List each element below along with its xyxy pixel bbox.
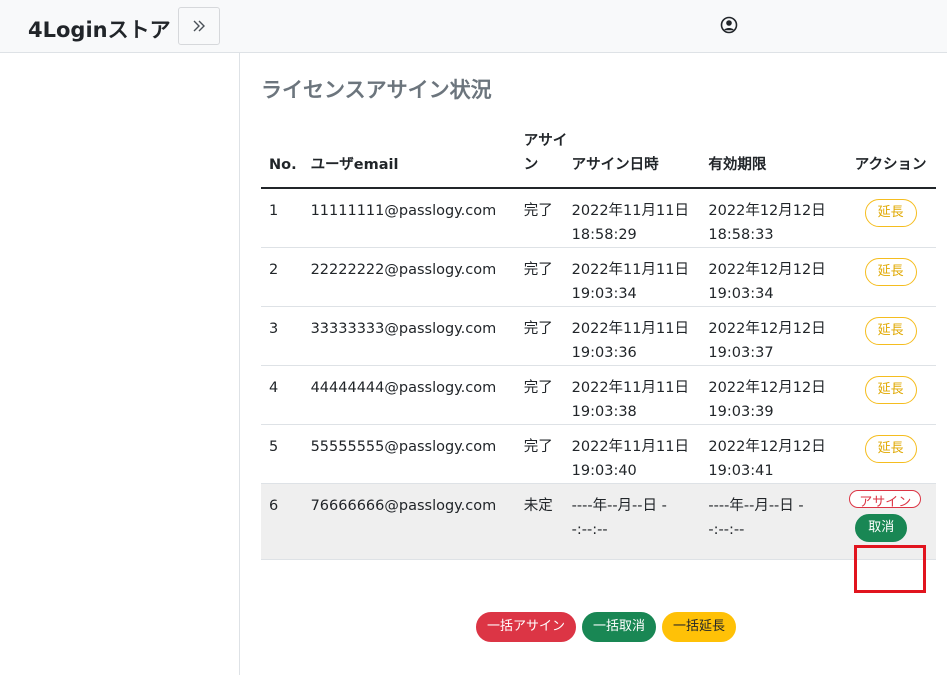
cell-action: 延長: [845, 188, 936, 248]
cell-assigned-at: 2022年11月11日 19:03:34: [571, 247, 709, 307]
table-row: 4 44444444@passlogy.com 完了 2022年11月11日 19…: [261, 365, 936, 425]
cell-assigned-at: 2022年11月11日 19:03:40: [571, 424, 709, 484]
license-assign-table: No. ユーザemail アサイン アサイン日時 有効期限 アクション 1 11…: [261, 129, 936, 560]
header-action: アクション: [845, 129, 936, 189]
cell-assigned-at: 2022年11月11日 19:03:38: [571, 365, 709, 425]
main-content: ライセンスアサイン状況 No. ユーザemail アサイン アサイン日時 有効期…: [241, 53, 947, 675]
expire-time: 19:03:39: [708, 404, 774, 420]
assigned-date: 2022年11月11日: [571, 439, 689, 455]
header-no: No.: [261, 129, 311, 189]
cell-no: 2: [261, 247, 311, 307]
assigned-time: 19:03:36: [571, 345, 637, 361]
cell-status: 完了: [523, 247, 572, 307]
header-expires: 有効期限: [708, 129, 846, 189]
cell-email: 55555555@passlogy.com: [310, 424, 524, 484]
cell-expires: ----年--月--日 - -:--:--: [708, 483, 846, 560]
extend-button[interactable]: 延長: [864, 258, 917, 286]
cell-no: 6: [261, 483, 311, 560]
extend-button[interactable]: 延長: [864, 317, 917, 345]
cell-expires: 2022年12月12日 19:03:39: [708, 365, 846, 425]
cell-action: 延長: [845, 424, 936, 484]
cell-assigned-at: 2022年11月11日 18:58:29: [571, 188, 709, 248]
cell-status: 未定: [523, 483, 572, 560]
expire-time: 19:03:37: [708, 345, 774, 361]
cell-no: 3: [261, 306, 311, 366]
expire-time: 18:58:33: [708, 227, 774, 243]
bulk-action-bar: 一括アサイン 一括取消 一括延長: [476, 612, 737, 642]
assigned-time: 18:58:29: [571, 227, 637, 243]
expire-date: 2022年12月12日: [708, 262, 826, 278]
cell-status: 完了: [523, 365, 572, 425]
assigned-time: 19:03:40: [571, 463, 637, 479]
cell-assigned-at: ----年--月--日 - -:--:--: [571, 483, 709, 560]
cell-status: 完了: [523, 424, 572, 484]
cell-expires: 2022年12月12日 19:03:37: [708, 306, 846, 366]
brand-title[interactable]: 4Loginストア: [28, 14, 171, 44]
cell-expires: 2022年12月12日 18:58:33: [708, 188, 846, 248]
pending-actions: アサイン 取消: [845, 490, 936, 554]
header-assign: アサイン: [523, 129, 572, 189]
expire-time: 19:03:34: [708, 286, 774, 302]
table-row: 2 22222222@passlogy.com 完了 2022年11月11日 19…: [261, 247, 936, 307]
cell-no: 5: [261, 424, 311, 484]
assign-button[interactable]: アサイン: [849, 490, 922, 508]
bulk-assign-button[interactable]: 一括アサイン: [476, 612, 577, 642]
assigned-date: 2022年11月11日: [571, 262, 689, 278]
assigned-time: 19:03:38: [571, 404, 637, 420]
table-header-row: No. ユーザemail アサイン アサイン日時 有効期限 アクション: [261, 129, 936, 189]
expire-date: 2022年12月12日: [708, 439, 826, 455]
cancel-button[interactable]: 取消: [855, 514, 908, 542]
cell-expires: 2022年12月12日 19:03:34: [708, 247, 846, 307]
sidebar: [0, 53, 240, 675]
expire-time: -:--:--: [708, 522, 745, 538]
cell-assigned-at: 2022年11月11日 19:03:36: [571, 306, 709, 366]
cell-action: 延長: [845, 247, 936, 307]
expire-date: 2022年12月12日: [708, 380, 826, 396]
expire-date: 2022年12月12日: [708, 203, 826, 219]
cell-action: 延長: [845, 306, 936, 366]
top-navbar: 4Loginストア: [0, 0, 947, 53]
cell-no: 1: [261, 188, 311, 248]
cell-status: 完了: [523, 188, 572, 248]
cell-email: 76666666@passlogy.com: [310, 483, 524, 560]
double-chevron-right-icon: [193, 20, 205, 32]
cell-email: 22222222@passlogy.com: [310, 247, 524, 307]
cell-email: 11111111@passlogy.com: [310, 188, 524, 248]
cell-status: 完了: [523, 306, 572, 366]
cell-email: 44444444@passlogy.com: [310, 365, 524, 425]
assigned-date: ----年--月--日 -: [571, 498, 667, 514]
sidebar-toggle-button[interactable]: [178, 7, 220, 45]
table-row: 5 55555555@passlogy.com 完了 2022年11月11日 19…: [261, 424, 936, 484]
expire-date: 2022年12月12日: [708, 321, 826, 337]
assigned-time: -:--:--: [571, 522, 608, 538]
extend-button[interactable]: 延長: [864, 435, 917, 463]
table-row: 1 11111111@passlogy.com 完了 2022年11月11日 18…: [261, 188, 936, 248]
header-assigned-at: アサイン日時: [571, 129, 709, 189]
table-row: 3 33333333@passlogy.com 完了 2022年11月11日 19…: [261, 306, 936, 366]
extend-button[interactable]: 延長: [864, 376, 917, 404]
cell-action: アサイン 取消: [845, 483, 936, 560]
assigned-date: 2022年11月11日: [571, 321, 689, 337]
extend-button[interactable]: 延長: [864, 199, 917, 227]
cell-action: 延長: [845, 365, 936, 425]
assigned-date: 2022年11月11日: [571, 203, 689, 219]
expire-date: ----年--月--日 -: [708, 498, 804, 514]
bulk-extend-button[interactable]: 一括延長: [662, 612, 737, 642]
cell-email: 33333333@passlogy.com: [310, 306, 524, 366]
user-circle-icon[interactable]: [720, 16, 738, 34]
table-row-pending: 6 76666666@passlogy.com 未定 ----年--月--日 -…: [261, 483, 936, 560]
cell-expires: 2022年12月12日 19:03:41: [708, 424, 846, 484]
expire-time: 19:03:41: [708, 463, 774, 479]
assigned-date: 2022年11月11日: [571, 380, 689, 396]
assigned-time: 19:03:34: [571, 286, 637, 302]
page-title: ライセンスアサイン状況: [261, 78, 492, 102]
cell-no: 4: [261, 365, 311, 425]
bulk-cancel-button[interactable]: 一括取消: [582, 612, 657, 642]
header-email: ユーザemail: [310, 129, 524, 189]
